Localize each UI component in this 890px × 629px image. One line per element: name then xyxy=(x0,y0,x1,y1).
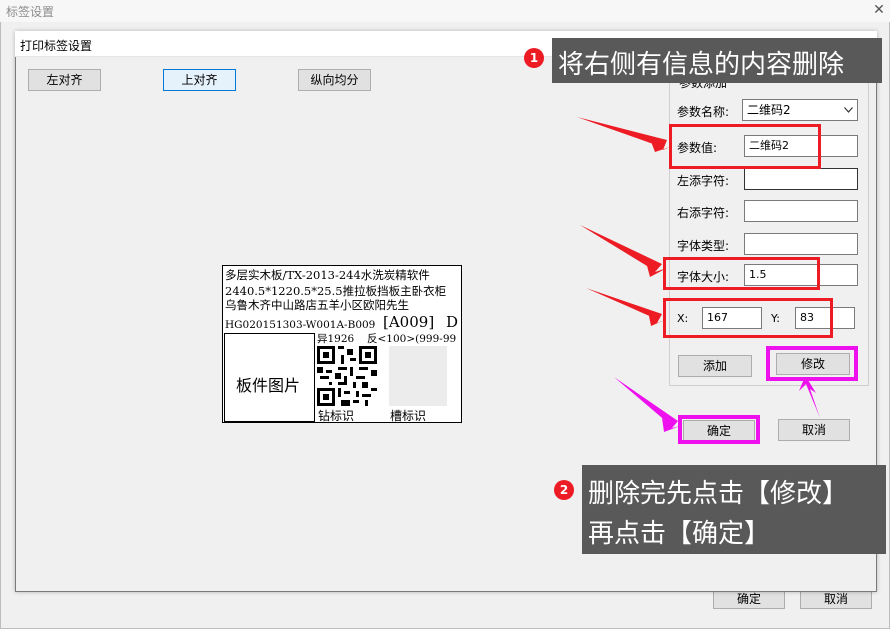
right-add-field[interactable] xyxy=(744,200,858,222)
step1-number-badge: 1 xyxy=(524,48,544,68)
groove-image-placeholder xyxy=(389,346,447,406)
font-type-label: 字体类型: xyxy=(677,239,730,253)
label-code-box: [A009] xyxy=(383,313,435,331)
left-add-field[interactable] xyxy=(744,168,858,190)
param-name-label: 参数名称: xyxy=(677,105,730,119)
param-value-highlight xyxy=(669,124,821,169)
chevron-down-icon xyxy=(844,107,853,113)
step1-text: 将右侧有信息的内容删除 xyxy=(558,50,845,80)
step2-number-badge: 2 xyxy=(554,480,574,500)
align-top-button[interactable]: 上对齐 xyxy=(163,69,236,91)
outer-ok-button[interactable]: 确定 xyxy=(713,589,785,609)
right-add-label: 右添字符: xyxy=(677,206,730,220)
groove-mark-label: 槽标识 xyxy=(390,409,427,423)
ok-highlight xyxy=(678,415,760,444)
param-name-value: 二维码2 xyxy=(747,103,791,117)
xy-highlight xyxy=(663,298,833,338)
add-button[interactable]: 添加 xyxy=(678,355,752,377)
modify-highlight xyxy=(766,346,858,381)
outer-titlebar xyxy=(0,0,890,22)
cancel-button[interactable]: 取消 xyxy=(778,419,850,441)
dialog-title: 打印标签设置 xyxy=(20,39,93,53)
label-line-1: 多层实木板/TX-2013-244水洗炭精软件 xyxy=(225,268,430,282)
outer-close-icon[interactable]: ✕ xyxy=(870,1,888,19)
left-add-label: 左添字符: xyxy=(677,174,730,188)
label-info-left: 异1926 xyxy=(317,333,355,345)
drill-mark-label: 钻标识 xyxy=(318,409,355,423)
qr-code-icon xyxy=(317,346,377,406)
outer-cancel-button[interactable]: 取消 xyxy=(800,589,872,609)
distribute-vertical-button[interactable]: 纵向均分 xyxy=(298,69,371,91)
font-size-highlight xyxy=(663,257,820,290)
outer-window-title: 标签设置 xyxy=(6,5,55,19)
font-type-field[interactable] xyxy=(744,233,858,255)
label-barcode-text: HG020151303-W001A-B009 xyxy=(225,319,376,331)
label-info-right: 反<100>(999-99 xyxy=(367,333,457,345)
align-left-button[interactable]: 左对齐 xyxy=(28,69,101,91)
step2-line1: 删除完先点击【修改】 xyxy=(588,479,849,509)
step2-line2: 再点击【确定】 xyxy=(588,519,771,549)
param-name-select[interactable]: 二维码2 xyxy=(742,99,858,121)
part-image-caption: 板件图片 xyxy=(236,376,301,395)
label-code-d: D xyxy=(446,313,459,331)
label-line-3: 乌鲁木齐中山路店五羊小区欧阳先生 xyxy=(225,298,409,312)
